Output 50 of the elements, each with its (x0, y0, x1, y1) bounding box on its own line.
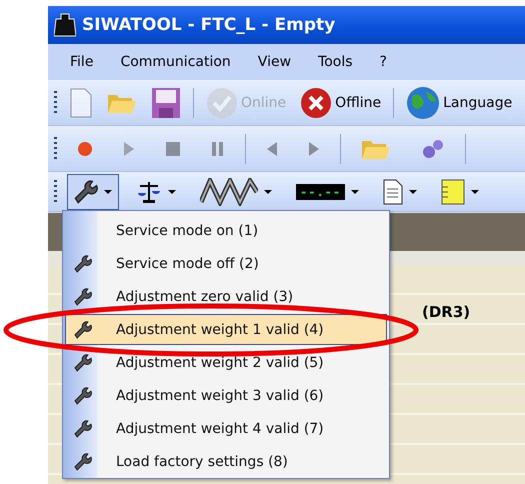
card-icon (441, 178, 466, 204)
wrench-icon (74, 254, 92, 272)
menu-option[interactable]: Load factory settings (8) (65, 446, 387, 477)
menu-item[interactable]: File (70, 54, 94, 70)
menu-item[interactable]: Communication (120, 54, 231, 70)
caret-icon (264, 190, 272, 194)
menu-item[interactable]: View (258, 54, 292, 70)
menu-option[interactable]: Adjustment weight 1 valid (4) (65, 314, 387, 345)
record-button[interactable] (75, 140, 95, 156)
digital-display: --.-- (296, 184, 346, 200)
menu-option[interactable]: Adjustment weight 3 valid (6) (65, 380, 387, 411)
wrench-dropdown-button[interactable] (67, 174, 119, 210)
new-file-icon (69, 88, 93, 118)
wrench-icon (74, 386, 92, 404)
caret-icon (351, 190, 360, 194)
menu-option[interactable]: Adjustment zero valid (3) (65, 281, 387, 312)
caret-icon (104, 190, 112, 194)
display-dropdown-button[interactable]: --.-- (289, 174, 366, 210)
menu-item[interactable]: Tools (318, 54, 353, 70)
wrench-icon (74, 354, 92, 372)
document-icon (383, 178, 404, 204)
pause-icon (211, 140, 225, 156)
language-button[interactable]: Language (404, 86, 514, 120)
save-button[interactable] (149, 86, 183, 118)
menu-option[interactable]: Service mode off (2) (65, 248, 387, 279)
wrench-icon (74, 320, 92, 338)
caret-icon (409, 190, 418, 194)
wave-icon (200, 178, 258, 206)
cross-circle-icon (300, 86, 332, 118)
globe-icon (406, 86, 440, 120)
play-icon (123, 140, 135, 156)
forward-arrow-icon (308, 140, 320, 156)
checkmark-icon (206, 86, 238, 118)
menu-option[interactable]: Adjustment weight 2 valid (5) (65, 347, 387, 378)
menu-item[interactable]: ? (380, 54, 387, 70)
record-icon (77, 140, 93, 156)
offline-button[interactable]: Offline (298, 86, 384, 118)
caret-icon (471, 190, 480, 194)
wrench-icon (74, 180, 98, 204)
wrench-icon (74, 288, 92, 306)
wrench-icon (74, 420, 92, 438)
wrench-icon (74, 452, 92, 470)
caret-icon (168, 190, 176, 194)
weight-icon (54, 13, 76, 37)
stop-icon (165, 140, 181, 156)
menu-option[interactable]: Adjustment weight 4 valid (7) (65, 413, 387, 444)
window-title: SIWATOOL - FTC_L - Empty (82, 15, 336, 35)
back-arrow-icon (266, 140, 278, 156)
section-heading: (DR3) (422, 303, 470, 321)
menu-option[interactable]: Service mode on (1) (65, 215, 387, 246)
